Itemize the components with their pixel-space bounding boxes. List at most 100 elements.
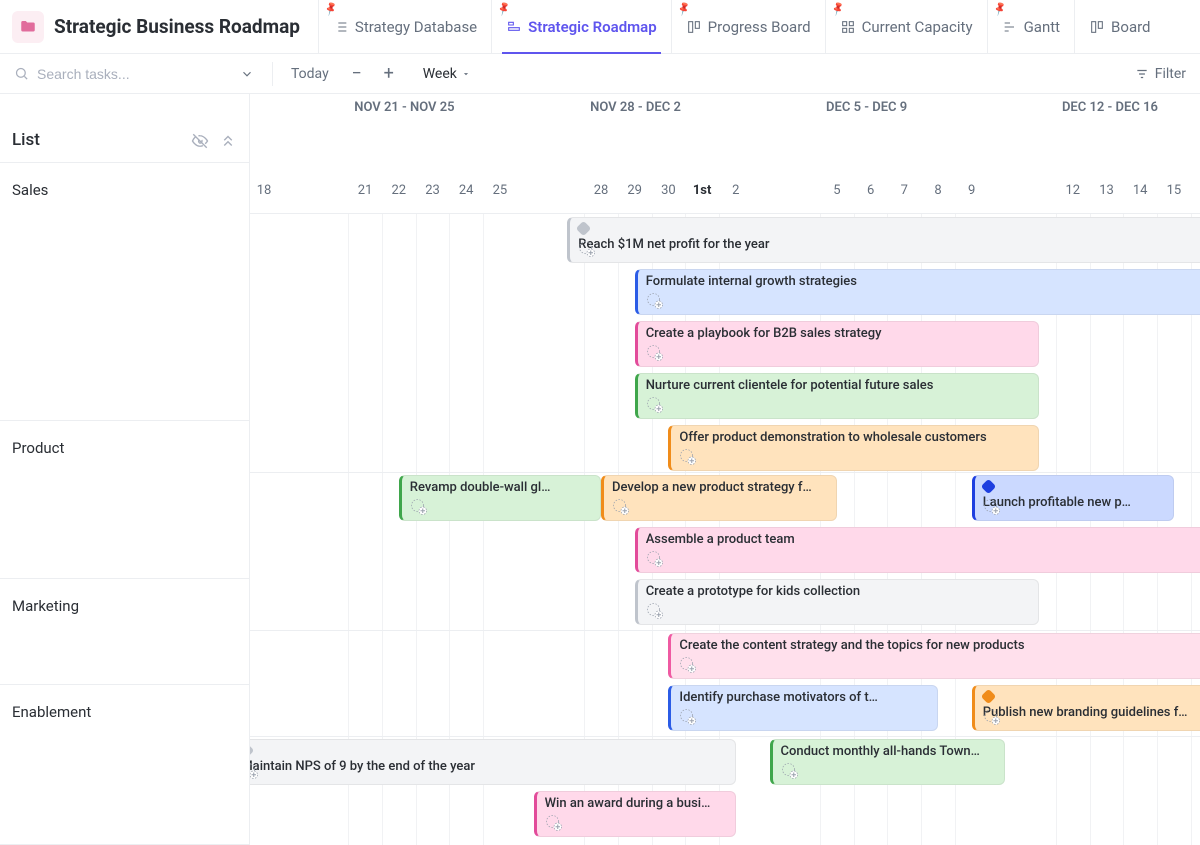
pin-icon: 📌	[496, 1, 512, 17]
tab-progress-board[interactable]: 📌 Progress Board	[671, 0, 825, 54]
list-header: List	[0, 94, 249, 163]
tab-label: Strategy Database	[355, 18, 477, 36]
tab-strategy-database[interactable]: 📌 Strategy Database	[318, 0, 491, 54]
week-range-label: DEC 12 - DEC 16	[1062, 100, 1158, 115]
status-icon	[250, 743, 255, 759]
caret-down-icon	[461, 69, 471, 79]
list-icon	[333, 19, 349, 35]
collapse-icon[interactable]	[219, 132, 237, 150]
search-input[interactable]	[37, 66, 232, 82]
board-icon	[1089, 19, 1105, 35]
day-label: 7	[901, 183, 908, 198]
search-icon	[14, 66, 29, 81]
task-bar[interactable]: Maintain NPS of 9 by the end of the year	[250, 739, 736, 785]
status-icon	[980, 689, 996, 705]
task-label: Identify purchase motivators of t…	[679, 690, 929, 705]
page-title: Strategic Business Roadmap	[54, 15, 300, 38]
grid-icon	[840, 19, 856, 35]
date-header: V 18NOV 21 - NOV 25NOV 28 - DEC 2DEC 5 -…	[250, 94, 1200, 214]
gantt-area[interactable]: V 18NOV 21 - NOV 25NOV 28 - DEC 2DEC 5 -…	[250, 94, 1200, 845]
tab-gantt[interactable]: 📌 Gantt	[987, 0, 1074, 54]
group-label[interactable]: Product	[0, 421, 249, 579]
group-label[interactable]: Enablement	[0, 685, 249, 845]
today-button[interactable]: Today	[291, 66, 329, 82]
assign-icon[interactable]	[410, 498, 428, 516]
tabs: 📌 Strategy Database 📌 Strategic Roadmap …	[318, 0, 1165, 54]
assign-icon[interactable]	[781, 762, 799, 780]
assign-icon[interactable]	[679, 708, 697, 726]
tab-current-capacity[interactable]: 📌 Current Capacity	[825, 0, 987, 54]
task-bar[interactable]: Assemble a product team	[635, 527, 1200, 573]
pin-icon: 📌	[992, 1, 1008, 17]
task-label: Create a playbook for B2B sales strategy	[646, 326, 1030, 341]
group-label[interactable]: Sales	[0, 163, 249, 421]
zoom-in-button[interactable]: +	[379, 63, 399, 84]
task-bar[interactable]: Offer product demonstration to wholesale…	[668, 425, 1039, 471]
day-label: 13	[1099, 183, 1114, 198]
day-label: 21	[358, 183, 373, 198]
task-bar[interactable]: Nurture current clientele for potential …	[635, 373, 1039, 419]
day-label: 14	[1133, 183, 1148, 198]
week-range-label: DEC 5 - DEC 9	[826, 100, 907, 115]
task-bar[interactable]: Identify purchase motivators of t…	[668, 685, 938, 731]
task-bar[interactable]: Reach $1M net profit for the year	[567, 217, 1200, 263]
zoom-out-button[interactable]: −	[347, 63, 367, 84]
assign-icon[interactable]	[646, 292, 664, 310]
tab-strategic-roadmap[interactable]: 📌 Strategic Roadmap	[491, 0, 671, 54]
task-bar[interactable]: Create the content strategy and the topi…	[668, 633, 1200, 679]
assign-icon[interactable]	[983, 708, 1001, 726]
task-label: Maintain NPS of 9 by the end of the year	[250, 759, 727, 774]
board-icon	[686, 19, 702, 35]
main: List SalesProductMarketingEnablement V 1…	[0, 94, 1200, 845]
range-select[interactable]: Week	[423, 66, 471, 82]
task-bar[interactable]: Formulate internal growth strategies	[635, 269, 1200, 315]
assign-icon[interactable]	[646, 602, 664, 620]
task-label: Develop a new product strategy f…	[612, 480, 828, 495]
task-bar[interactable]: Launch profitable new p…	[972, 475, 1174, 521]
task-label: Conduct monthly all-hands Town…	[781, 744, 997, 759]
search-box[interactable]	[14, 66, 254, 82]
chevron-down-icon[interactable]	[240, 67, 254, 81]
filter-icon	[1135, 67, 1149, 81]
task-bar[interactable]: Develop a new product strategy f…	[601, 475, 837, 521]
assign-icon[interactable]	[646, 550, 664, 568]
task-bar[interactable]: Conduct monthly all-hands Town…	[770, 739, 1006, 785]
assign-icon[interactable]	[983, 498, 1001, 516]
eye-off-icon[interactable]	[191, 132, 209, 150]
task-label: Reach $1M net profit for the year	[578, 237, 1198, 252]
task-label: Create the content strategy and the topi…	[679, 638, 1198, 653]
assign-icon[interactable]	[679, 448, 697, 466]
day-label: 8	[934, 183, 941, 198]
task-bar[interactable]: Win an award during a busi…	[534, 791, 736, 837]
assign-icon[interactable]	[679, 656, 697, 674]
task-bar[interactable]: Revamp double-wall gl…	[399, 475, 601, 521]
task-label: Launch profitable new p…	[983, 495, 1165, 510]
task-bar[interactable]: Publish new branding guidelines f…	[972, 685, 1200, 731]
toolbar: Today − + Week Filter	[0, 54, 1200, 94]
assign-icon[interactable]	[545, 814, 563, 832]
day-label: 9	[968, 183, 975, 198]
week-range-label: NOV 28 - DEC 2	[590, 100, 681, 115]
task-bar[interactable]: Create a prototype for kids collection	[635, 579, 1039, 625]
tab-board[interactable]: Board	[1074, 0, 1164, 54]
day-label: 12	[1065, 183, 1080, 198]
assign-icon[interactable]	[646, 396, 664, 414]
assign-icon[interactable]	[250, 762, 259, 780]
filter-button[interactable]: Filter	[1135, 66, 1186, 82]
task-label: Formulate internal growth strategies	[646, 274, 1198, 289]
pin-icon: 📌	[323, 1, 339, 17]
gantt-icon	[1002, 19, 1018, 35]
assign-icon[interactable]	[578, 240, 596, 258]
day-label: 5	[833, 183, 840, 198]
day-label: 18	[257, 183, 272, 198]
task-bar[interactable]: Create a playbook for B2B sales strategy	[635, 321, 1039, 367]
assign-icon[interactable]	[612, 498, 630, 516]
day-label: 25	[493, 183, 508, 198]
task-label: Win an award during a busi…	[545, 796, 727, 811]
group-label[interactable]: Marketing	[0, 579, 249, 685]
day-label: 23	[425, 183, 440, 198]
folder-icon	[12, 11, 44, 43]
assign-icon[interactable]	[646, 344, 664, 362]
day-label: 29	[627, 183, 642, 198]
tab-label: Strategic Roadmap	[528, 18, 657, 36]
